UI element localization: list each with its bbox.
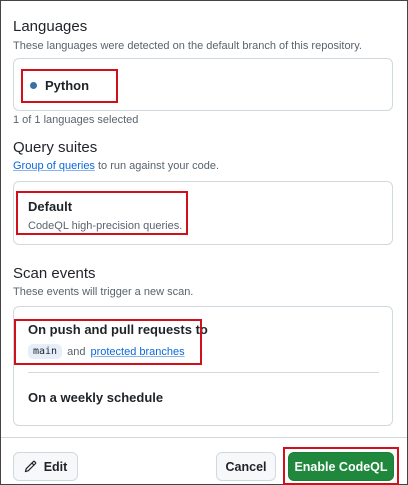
- cancel-button[interactable]: Cancel: [216, 452, 276, 481]
- highlight-enable-codeql: [283, 447, 399, 485]
- scan-events-description: These events will trigger a new scan.: [13, 286, 194, 298]
- scan-events-divider: [28, 372, 379, 373]
- languages-selected-count: 1 of 1 languages selected: [13, 114, 139, 126]
- languages-description: These languages were detected on the def…: [13, 40, 362, 52]
- highlight-default: [16, 191, 188, 235]
- group-of-queries-link[interactable]: Group of queries: [13, 160, 95, 172]
- highlight-python: [21, 69, 118, 103]
- scan-events-title: Scan events: [13, 265, 96, 282]
- edit-button[interactable]: Edit: [13, 452, 78, 481]
- highlight-push-pull: [14, 319, 202, 365]
- pencil-icon: [24, 460, 37, 473]
- weekly-schedule-title: On a weekly schedule: [28, 390, 164, 405]
- footer-divider: [1, 437, 407, 438]
- languages-title: Languages: [13, 18, 88, 35]
- query-suites-description: Group of queries to run against your cod…: [13, 160, 220, 172]
- query-suites-title: Query suites: [13, 139, 98, 156]
- edit-label: Edit: [43, 459, 68, 474]
